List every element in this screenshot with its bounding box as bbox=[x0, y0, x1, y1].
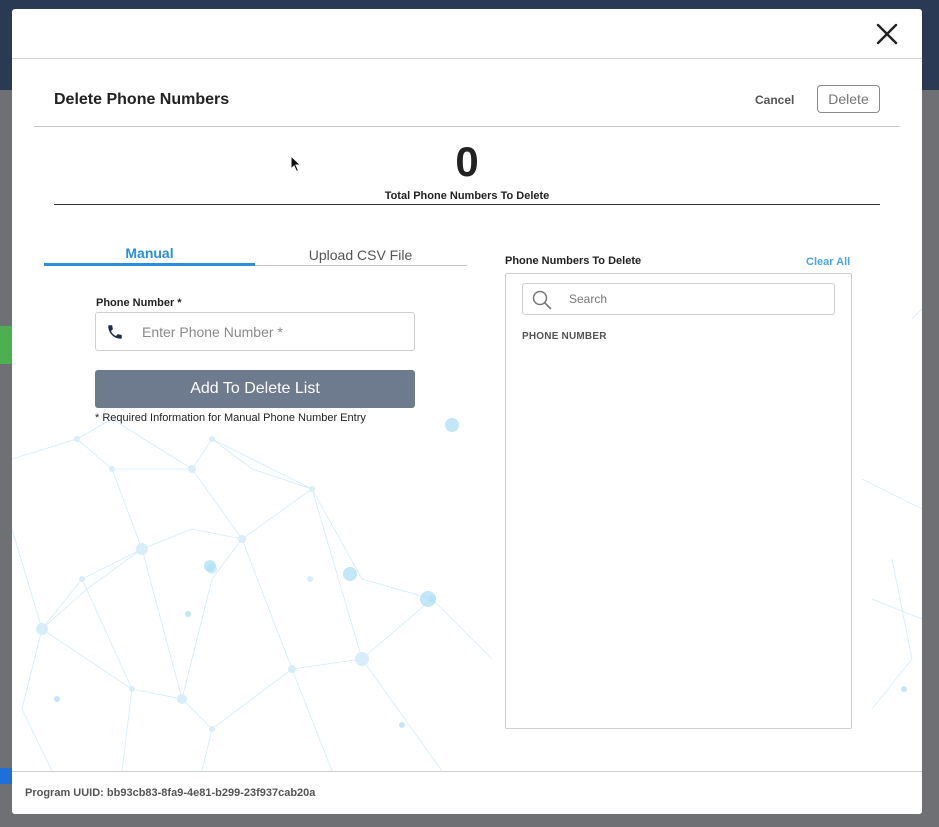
modal-title: Delete Phone Numbers bbox=[54, 91, 230, 108]
phone-number-label: Phone Number * bbox=[96, 297, 182, 309]
background-blue-element bbox=[0, 768, 12, 784]
phone-number-field[interactable] bbox=[95, 312, 415, 351]
program-uuid: Program UUID: bb93cb83-8fa9-4e81-b299-23… bbox=[25, 787, 316, 799]
add-to-delete-list-button[interactable]: Add To Delete List bbox=[95, 370, 415, 408]
modal-body: Delete Phone Numbers Cancel Delete 0 Tot… bbox=[12, 59, 922, 771]
mouse-cursor-icon bbox=[290, 155, 302, 173]
cancel-button[interactable]: Cancel bbox=[755, 93, 794, 107]
close-button[interactable] bbox=[874, 21, 900, 47]
tab-manual[interactable]: Manual bbox=[44, 231, 255, 266]
phone-icon bbox=[108, 325, 122, 339]
total-count-summary: 0 Total Phone Numbers To Delete bbox=[54, 127, 880, 205]
close-icon bbox=[876, 23, 898, 45]
phone-number-input[interactable] bbox=[140, 313, 410, 350]
modal-header: Delete Phone Numbers Cancel Delete bbox=[34, 59, 900, 127]
entry-mode-tabs: Manual Upload CSV File bbox=[44, 231, 467, 266]
required-info-note: * Required Information for Manual Phone … bbox=[95, 412, 366, 424]
background-green-element bbox=[0, 326, 12, 364]
delete-list-panel: PHONE NUMBER bbox=[505, 273, 852, 729]
modal-footer: Program UUID: bb93cb83-8fa9-4e81-b299-23… bbox=[12, 771, 922, 814]
column-header-phone-number: PHONE NUMBER bbox=[522, 331, 607, 342]
modal-top-bar bbox=[12, 9, 922, 59]
clear-all-button[interactable]: Clear All bbox=[806, 256, 850, 268]
delete-list-title: Phone Numbers To Delete bbox=[505, 255, 642, 267]
delete-button[interactable]: Delete bbox=[817, 85, 880, 113]
delete-phone-numbers-modal: Delete Phone Numbers Cancel Delete 0 Tot… bbox=[12, 9, 922, 814]
tab-upload-csv[interactable]: Upload CSV File bbox=[255, 231, 466, 265]
total-count-value: 0 bbox=[455, 138, 479, 185]
search-input[interactable] bbox=[567, 284, 827, 314]
total-count-label: Total Phone Numbers To Delete bbox=[384, 190, 550, 202]
search-field[interactable] bbox=[522, 283, 835, 315]
search-icon bbox=[532, 290, 552, 310]
